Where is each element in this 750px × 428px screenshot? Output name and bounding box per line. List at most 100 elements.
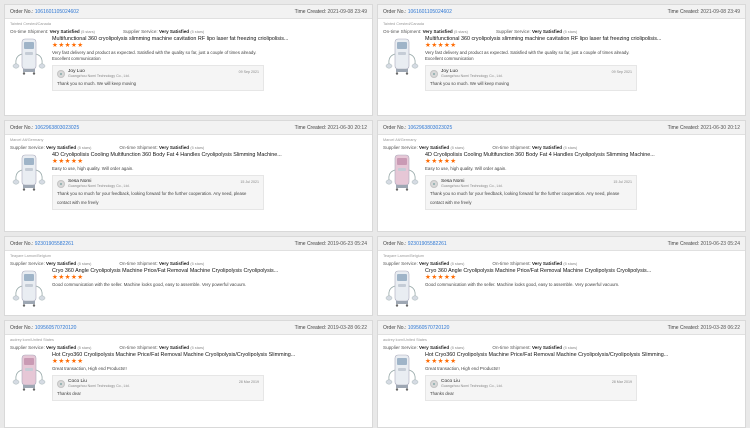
review-card: Order No.: 92301905582261 Time Created: 2…: [4, 236, 373, 316]
reply-company: Guangzhou Nomi Technology Co., Ltd.: [68, 384, 130, 388]
product-block: Hot Cryo360 Cryolipolysis Machine Price/…: [10, 352, 367, 401]
reply-text: contact with me freely: [57, 200, 99, 205]
supplier-reply: Joy Luo Guangzhou Nomi Technology Co., Lt…: [52, 65, 264, 91]
review-comment: Easy to use, high quality. Will order ag…: [425, 166, 507, 171]
rating-summary: On-time Shipment: Very Satisfied (5 star…: [10, 29, 205, 34]
reply-date: 15 Jul 2021: [240, 180, 259, 184]
product-thumbnail[interactable]: [385, 36, 419, 76]
star-rating: ★★★★★: [425, 358, 457, 365]
review-header: Order No.: 1062963803023025 Time Created:…: [378, 121, 745, 135]
review-header: Order No.: 109560570720120 Time Created: …: [5, 321, 372, 335]
review-header: Order No.: 1061601105024602 Time Created:…: [378, 5, 745, 19]
order-link[interactable]: 1061601105024602: [35, 9, 79, 15]
product-thumbnail[interactable]: [12, 352, 46, 392]
review-header: Order No.: 1062963803023025 Time Created:…: [5, 121, 372, 135]
review-comment: Good communication with the seller. Mach…: [52, 282, 247, 287]
order-link[interactable]: 109560570720120: [35, 325, 77, 331]
product-block: Hot Cryo360 Cryolipolysis Machine Price/…: [383, 352, 740, 401]
star-rating: ★★★★★: [425, 158, 457, 165]
supplier-logo-icon: [57, 379, 65, 388]
review-header: Order No.: 109560570720120 Time Created: …: [378, 321, 745, 335]
reply-text: contact with me freely: [430, 200, 472, 205]
supplier-logo-icon: [57, 69, 65, 78]
order-number: Order No.: 1062963803023025: [10, 124, 80, 131]
product-block: Multifunctional 360 cryolipolysis slimmi…: [383, 36, 740, 91]
review-header: Order No.: 92301905582261 Time Created: 2…: [378, 237, 745, 251]
order-number: Order No.: 109560570720120: [383, 324, 450, 331]
product-thumbnail[interactable]: [385, 268, 419, 308]
rating-summary: Supplier Service: Very Satisfied (5 star…: [10, 261, 205, 266]
review-card: Order No.: 92301905582261 Time Created: 2…: [377, 236, 746, 316]
review-card: Order No.: 1062963803023025 Time Created:…: [4, 120, 373, 232]
review-comment: Easy to use, high quality. Will order ag…: [52, 166, 134, 171]
rating-summary: Supplier Service: Very Satisfied (5 star…: [383, 345, 578, 350]
time-created: Time Created: 2021-09-08 23:49: [667, 8, 740, 15]
product-thumbnail[interactable]: [385, 352, 419, 392]
reply-date: 15 Jul 2021: [613, 180, 632, 184]
reply-company: Guangzhou Nomi Technology Co., Ltd.: [441, 74, 503, 78]
order-number: Order No.: 1061601105024602: [10, 8, 79, 15]
supplier-reply: Coco Liu Guangzhou Nomi Technology Co., L…: [425, 375, 637, 401]
product-block: Multifunctional 360 cryolipolysis slimmi…: [10, 36, 367, 91]
review-card: Order No.: 1062963803023025 Time Created:…: [377, 120, 746, 232]
order-number: Order No.: 92301905582261: [383, 240, 447, 247]
product-block: 4D Cryolipolisis Cooling Multifunction 3…: [383, 152, 740, 210]
reply-company: Guangzhou Nomi Technology Co., Ltd.: [68, 74, 130, 78]
reply-text: Thank you so much for your feedback, loo…: [430, 191, 620, 196]
reply-text: Thanks dear: [57, 391, 81, 396]
order-number: Order No.: 92301905582261: [10, 240, 74, 247]
product-thumbnail[interactable]: [12, 36, 46, 76]
time-created: Time Created: 2019-03-28 06:22: [667, 324, 740, 331]
order-link[interactable]: 109560570720120: [408, 325, 450, 331]
order-link[interactable]: 92301905582261: [35, 241, 74, 247]
time-created: Time Created: 2019-06-23 05:24: [667, 240, 740, 247]
supplier-logo-icon: [430, 179, 438, 188]
star-rating: ★★★★★: [425, 274, 457, 281]
rating-summary: Supplier Service: Very Satisfied (5 star…: [383, 145, 578, 150]
rating-summary: On-time Shipment: Very Satisfied (5 star…: [383, 29, 578, 34]
reply-date: 28 Mar 2019: [611, 380, 632, 384]
supplier-reply: Sesa Nomi Guangzhou Nomi Technology Co., …: [425, 175, 637, 210]
time-created: Time Created: 2021-09-08 23:49: [294, 8, 367, 15]
review-card: Order No.: 1061601105024602 Time Created:…: [4, 4, 373, 116]
order-link[interactable]: 1062963803023025: [35, 125, 80, 131]
reply-date: 09 Sep 2021: [611, 70, 632, 74]
reply-company: Guangzhou Nomi Technology Co., Ltd.: [441, 384, 503, 388]
review-header: Order No.: 1061601105024602 Time Created:…: [5, 5, 372, 19]
product-thumbnail[interactable]: [12, 268, 46, 308]
review-comment: Great transaction, High end Products!!: [52, 366, 127, 371]
order-link[interactable]: 92301905582261: [408, 241, 447, 247]
reply-text: Thank you so much. We will keep moving: [430, 81, 509, 86]
order-link[interactable]: 1062963803023025: [408, 125, 453, 131]
star-rating: ★★★★★: [52, 158, 84, 165]
product-block: Cryo 360 Angle Cryolipolysis Machine Pri…: [10, 268, 367, 307]
reply-company: Guangzhou Nomi Technology Co., Ltd.: [441, 184, 503, 188]
reply-date: 09 Sep 2021: [238, 70, 259, 74]
supplier-logo-icon: [430, 379, 438, 388]
product-block: Cryo 360 Angle Cryolipolysis Machine Pri…: [383, 268, 740, 307]
reply-text: Thanks dear: [430, 391, 454, 396]
review-card: Order No.: 109560570720120 Time Created: …: [4, 320, 373, 428]
star-rating: ★★★★★: [52, 42, 84, 49]
time-created: Time Created: 2019-06-23 05:24: [294, 240, 367, 247]
order-number: Order No.: 109560570720120: [10, 324, 77, 331]
review-card: Order No.: 1061601105024602 Time Created:…: [377, 4, 746, 116]
product-thumbnail[interactable]: [12, 152, 46, 192]
time-created: Time Created: 2019-03-28 06:22: [294, 324, 367, 331]
supplier-reply: Coco Liu Guangzhou Nomi Technology Co., L…: [52, 375, 264, 401]
supplier-logo-icon: [57, 179, 65, 188]
review-comment: Excellent communication: [52, 56, 101, 61]
reply-text: Thank you so much. We will keep moving: [57, 81, 136, 86]
review-comment: Great transaction, High end Products!!: [425, 366, 500, 371]
review-comment: Good communication with the seller. Mach…: [425, 282, 620, 287]
time-created: Time Created: 2021-06-30 20:12: [667, 124, 740, 131]
order-number: Order No.: 1062963803023025: [383, 124, 453, 131]
review-comment: Excellent communication: [425, 56, 474, 61]
product-block: 4D Cryolipolisis Cooling Multifunction 3…: [10, 152, 367, 210]
order-link[interactable]: 1061601105024602: [408, 9, 452, 15]
time-created: Time Created: 2021-06-30 20:12: [294, 124, 367, 131]
rating-summary: Supplier Service: Very Satisfied (5 star…: [383, 261, 578, 266]
rating-summary: Supplier Service: Very Satisfied (5 star…: [10, 145, 205, 150]
product-thumbnail[interactable]: [385, 152, 419, 192]
reply-company: Guangzhou Nomi Technology Co., Ltd.: [68, 184, 130, 188]
